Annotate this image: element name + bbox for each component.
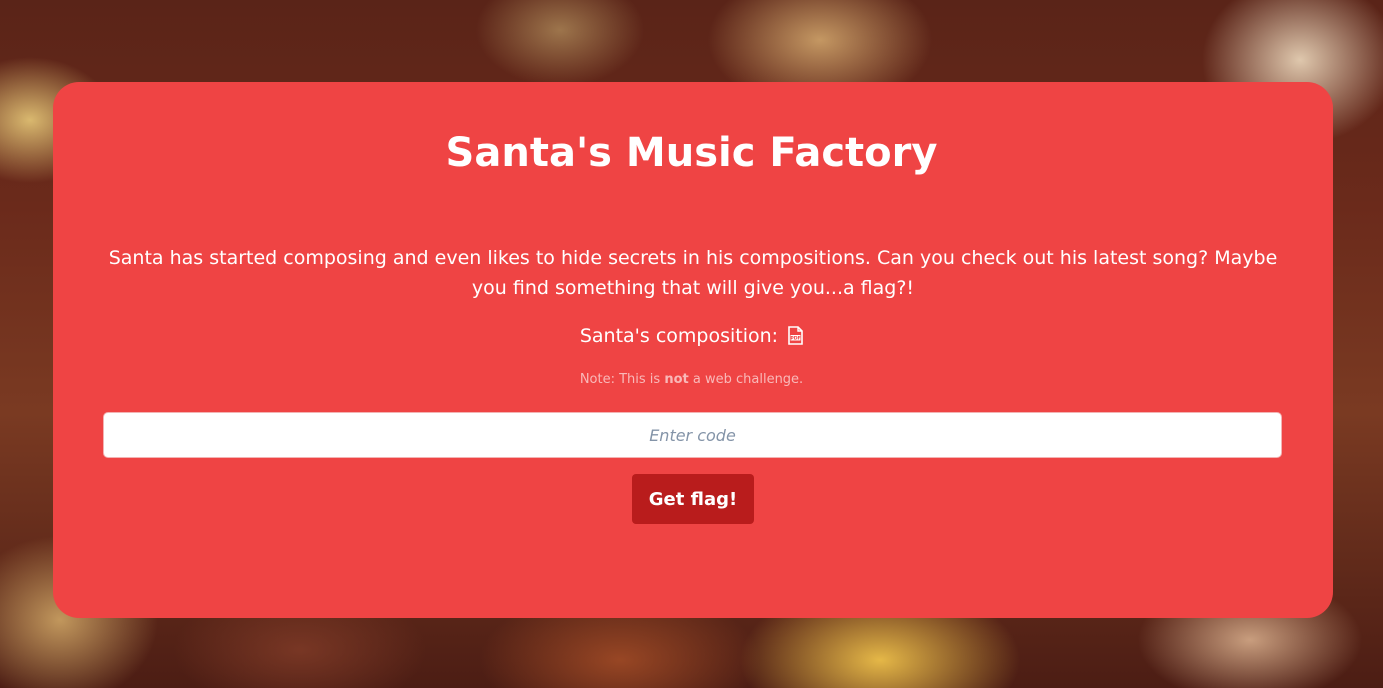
composition-label: Santa's composition:	[579, 325, 779, 347]
composition-row: Santa's composition: PDF	[0, 322, 1383, 350]
pdf-file-icon: PDF	[788, 326, 803, 345]
svg-text:PDF: PDF	[790, 336, 800, 342]
code-input[interactable]	[103, 412, 1282, 458]
note-suffix: a web challenge.	[692, 372, 804, 387]
pdf-download-link[interactable]: PDF	[784, 325, 803, 347]
note-prefix: Note: This is	[579, 372, 661, 387]
challenge-note: Note: This is not a web challenge.	[0, 371, 1383, 389]
note-emphasis: not	[664, 372, 689, 387]
challenge-description: Santa has started composing and even lik…	[108, 247, 1278, 299]
page-title: Santa's Music Factory	[445, 130, 938, 176]
get-flag-button[interactable]: Get flag!	[632, 474, 754, 524]
